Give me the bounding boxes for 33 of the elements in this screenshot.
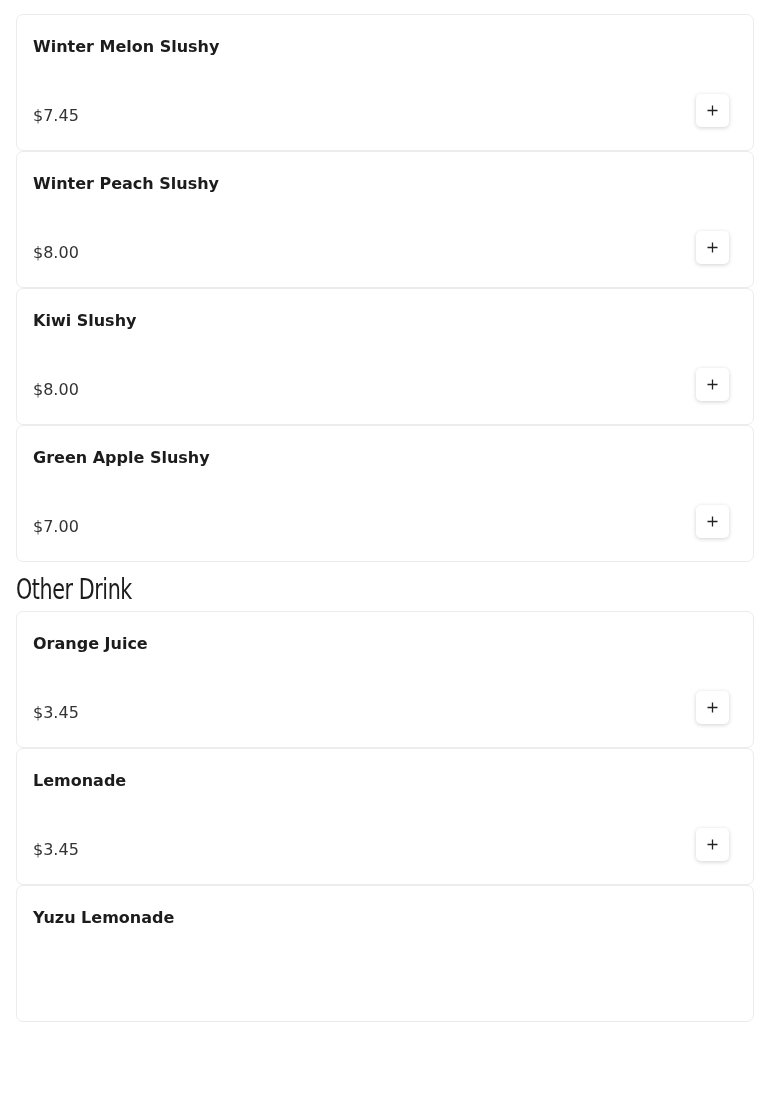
plus-icon [707,702,718,713]
item-name: Lemonade [33,770,127,792]
item-name: Kiwi Slushy [33,310,137,332]
add-button[interactable] [696,368,729,401]
menu-item-card[interactable]: Kiwi Slushy $8.00 [16,288,754,425]
add-button[interactable] [696,828,729,861]
add-button[interactable] [696,691,729,724]
plus-icon [707,516,718,527]
menu-item-card[interactable]: Lemonade $3.45 [16,748,754,885]
item-price: $3.45 [33,702,79,724]
add-button[interactable] [696,94,729,127]
item-price: $7.00 [33,516,79,538]
section-heading: Other Drink [16,572,133,608]
item-name: Yuzu Lemonade [33,907,175,929]
menu-item-card[interactable]: Winter Melon Slushy $7.45 [16,14,754,151]
item-name: Green Apple Slushy [33,447,210,469]
menu-item-card[interactable]: Green Apple Slushy $7.00 [16,425,754,562]
plus-icon [707,105,718,116]
item-name: Orange Juice [33,633,148,655]
item-price: $8.00 [33,379,79,401]
add-button[interactable] [696,231,729,264]
item-price: $7.45 [33,105,79,127]
item-name: Winter Peach Slushy [33,173,220,195]
menu-item-card[interactable]: Orange Juice $3.45 [16,611,754,748]
menu-item-card[interactable]: Winter Peach Slushy $8.00 [16,151,754,288]
plus-icon [707,839,718,850]
menu-item-card[interactable]: Yuzu Lemonade [16,885,754,1022]
plus-icon [707,242,718,253]
add-button[interactable] [696,505,729,538]
item-price: $3.45 [33,839,79,861]
item-price: $8.00 [33,242,79,264]
item-name: Winter Melon Slushy [33,36,220,58]
plus-icon [707,379,718,390]
